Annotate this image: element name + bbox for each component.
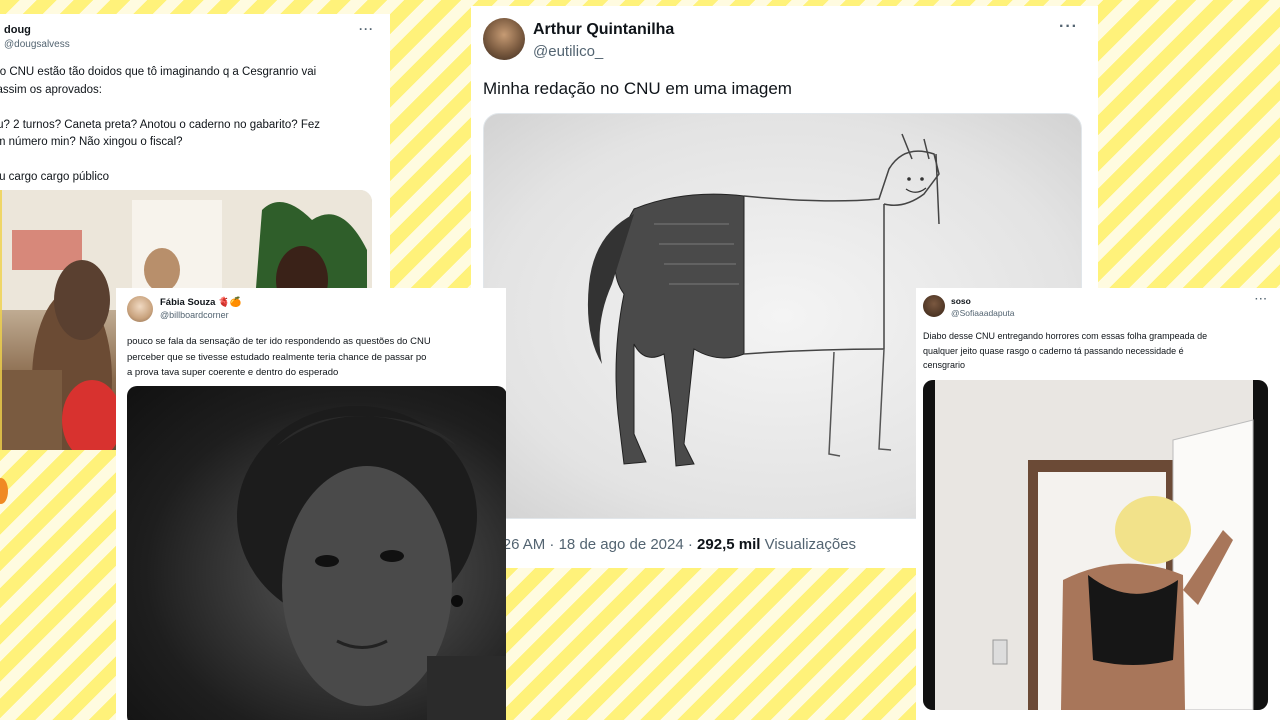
more-options-icon[interactable]: ··· <box>1255 294 1268 305</box>
tweet-media-image[interactable] <box>127 386 506 720</box>
tweet-meta: 11:26 AM · 18 de ago de 2024 · 292,5 mil… <box>483 536 856 553</box>
author-name[interactable]: doug <box>4 24 31 36</box>
author-name[interactable]: Fábia Souza 🫀🍊 <box>160 297 242 308</box>
tweet-card-fabia[interactable]: Fábia Souza 🫀🍊 @billboardcorner pouco se… <box>116 288 506 720</box>
tweet-text: Diabo desse CNU entregando horrores com … <box>923 331 1208 370</box>
tweet-text: Minha redação no CNU em uma imagem <box>483 79 792 98</box>
tweet-timestamp[interactable]: 11:26 AM · 18 de ago de 2024 · <box>483 536 697 553</box>
author-handle[interactable]: @eutilico_ <box>533 43 603 60</box>
tweet-text: pouco se fala da sensação de ter ido res… <box>127 336 431 378</box>
views-count: 292,5 mil <box>697 536 761 553</box>
author-handle[interactable]: @Sofiaaadaputa <box>951 308 1014 318</box>
woman-portrait-image <box>237 406 506 720</box>
tweet-text: datos do CNU estão tão doidos que tô ima… <box>0 66 321 183</box>
more-options-icon[interactable]: ··· <box>1059 18 1078 36</box>
author-handle[interactable]: @dougsalvess <box>4 39 70 50</box>
avatar[interactable] <box>127 296 153 322</box>
tweet-card-soso[interactable]: soso @Sofiaaadaputa ··· Diabo desse CNU … <box>916 288 1280 720</box>
dancing-person-video-frame <box>923 380 1268 710</box>
avatar[interactable] <box>483 18 525 60</box>
more-options-icon[interactable]: ··· <box>359 22 374 36</box>
author-name[interactable]: soso <box>951 296 971 306</box>
tweet-media-video[interactable] <box>923 380 1268 710</box>
views-label: Visualizações <box>760 536 857 553</box>
author-name[interactable]: Arthur Quintanilha <box>533 21 674 39</box>
avatar[interactable] <box>923 295 945 317</box>
orange-decoration <box>0 478 8 504</box>
author-handle[interactable]: @billboardcorner <box>160 310 229 320</box>
